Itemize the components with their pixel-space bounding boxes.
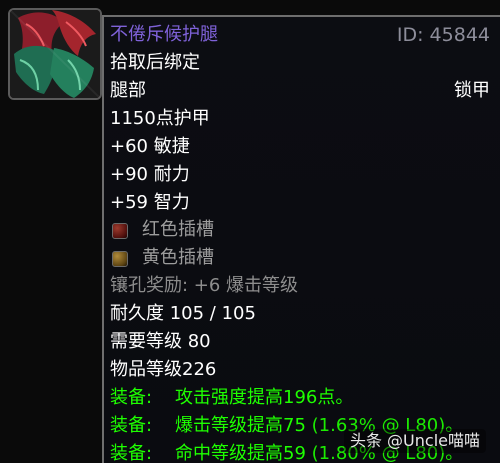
socket-red: 红色插槽: [112, 218, 214, 242]
armor-value: 1150点护甲: [110, 108, 210, 129]
stat-intellect: +59 智力: [110, 192, 190, 213]
socket-yellow-label: 黄色插槽: [142, 247, 214, 268]
equip-text: 命中等级提高59: [175, 443, 306, 463]
stat-stamina: +90 耐力: [110, 164, 190, 185]
watermark: 头条 @Uncle喵喵: [343, 429, 486, 453]
equip-prefix: 装备:: [110, 415, 153, 436]
equip-text: 攻击强度提高196点。: [175, 387, 354, 408]
item-slot: 腿部: [110, 80, 146, 101]
yellow-socket-icon: [112, 251, 128, 267]
wow-item-tooltip-screen: 不倦斥候护腿 ID: 45844 拾取后绑定 腿部 锁甲 1150点护甲 +60…: [0, 0, 500, 463]
socket-yellow: 黄色插槽: [112, 246, 214, 270]
armor-type: 锁甲: [454, 80, 490, 101]
socket-bonus: 镶孔奖励: +6 爆击等级: [110, 275, 299, 296]
equip-prefix: 装备:: [110, 387, 153, 408]
durability: 耐久度 105 / 105: [110, 303, 256, 324]
leg-armor-icon-art: [10, 10, 100, 98]
item-level: 物品等级226: [110, 359, 217, 380]
equip-effect-attack-power: 装备: 攻击强度提高196点。: [110, 386, 353, 410]
stat-agility: +60 敏捷: [110, 136, 190, 157]
item-name: 不倦斥候护腿: [110, 24, 218, 45]
equip-prefix: 装备:: [110, 443, 153, 463]
red-socket-icon: [112, 223, 128, 239]
item-id: ID: 45844: [396, 24, 490, 46]
equip-text: 爆击等级提高75: [175, 415, 306, 436]
leg-armor-icon: [8, 8, 102, 100]
required-level: 需要等级 80: [110, 331, 211, 352]
socket-red-label: 红色插槽: [142, 219, 214, 240]
bind-type: 拾取后绑定: [110, 52, 200, 73]
item-tooltip-panel: 不倦斥候护腿 ID: 45844 拾取后绑定 腿部 锁甲 1150点护甲 +60…: [102, 15, 500, 463]
